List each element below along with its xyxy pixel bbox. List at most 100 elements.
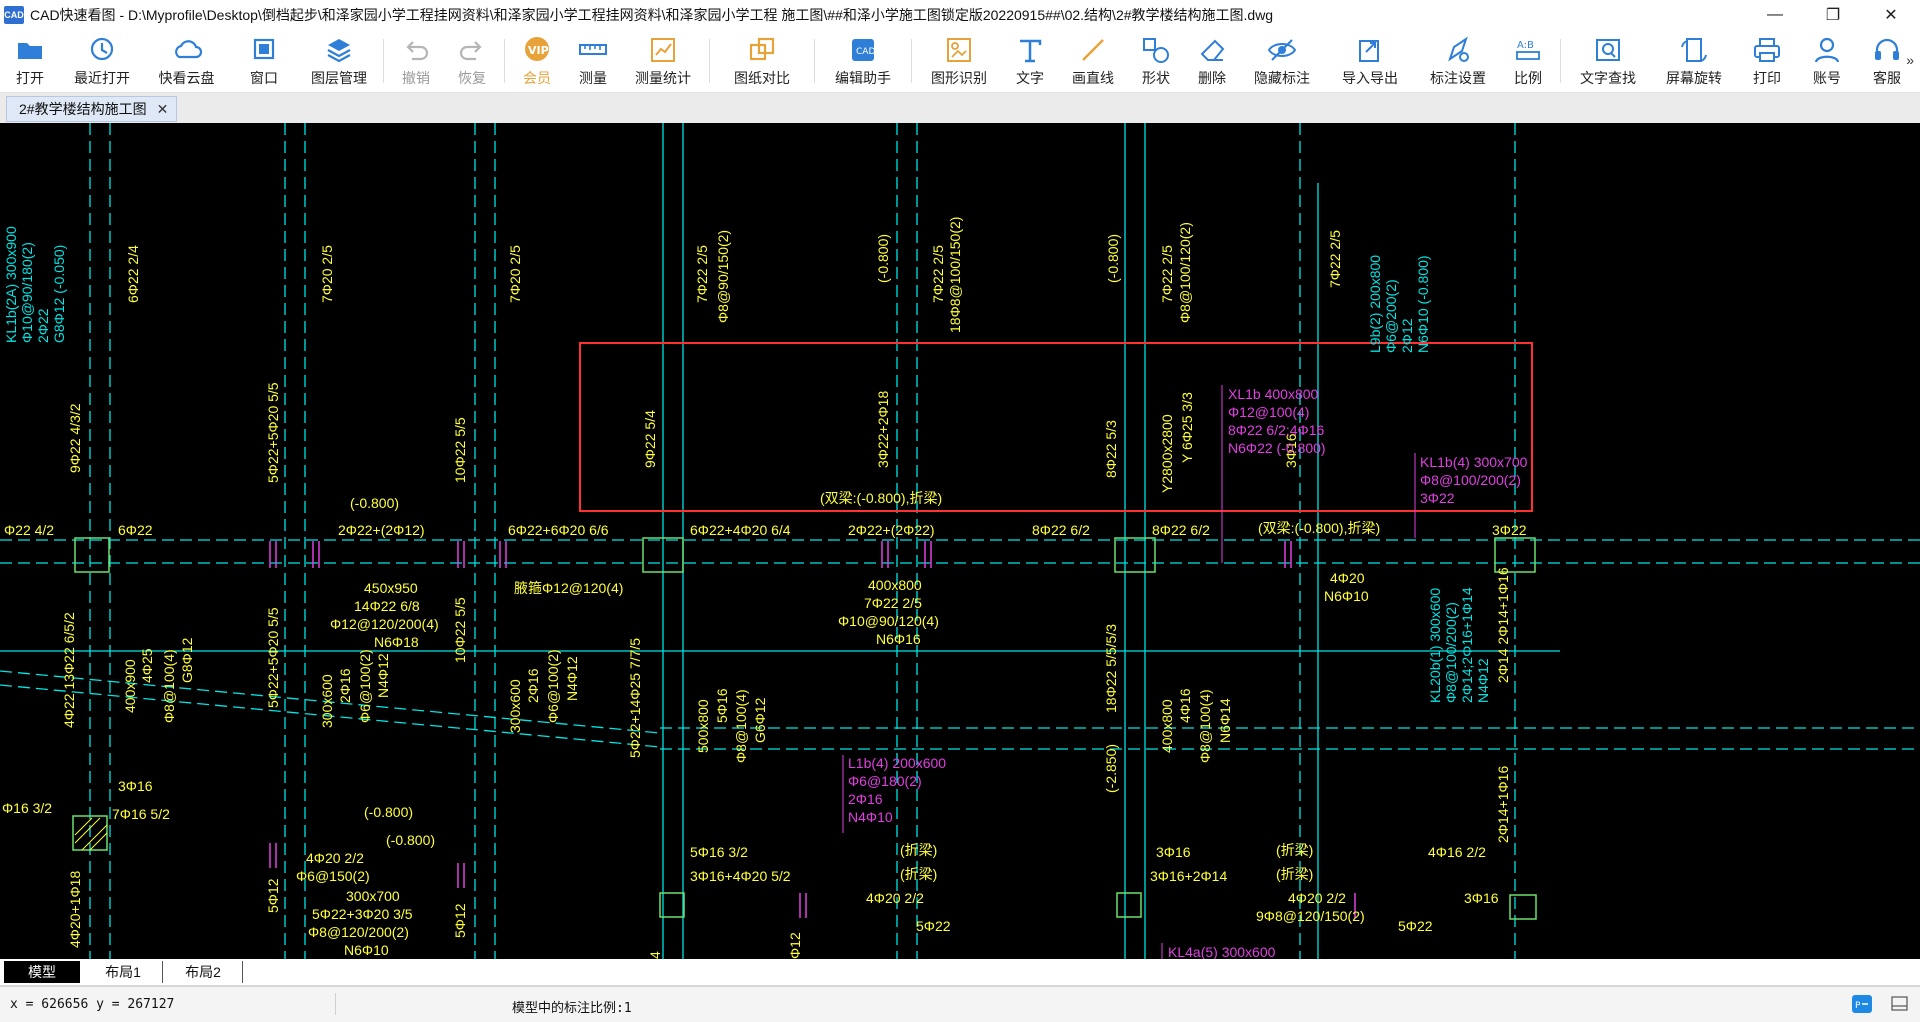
svg-text:(-0.800): (-0.800) [350,495,399,511]
toolbar-import-export-button[interactable]: 导入导出 [1324,30,1416,86]
svg-text:300x600: 300x600 [319,674,335,728]
toolbar-separator [504,39,505,83]
svg-text:(-0.800): (-0.800) [386,832,435,848]
svg-text:18Φ22 5/5/5/3: 18Φ22 5/5/5/3 [1103,624,1119,713]
toolbar-measure-stats-button[interactable]: 测量统计 [621,30,705,86]
toolbar-user-button[interactable]: 账号 [1797,30,1857,86]
svg-text:300x600: 300x600 [507,679,523,733]
svg-text:8Φ22 6/2: 8Φ22 6/2 [1032,522,1090,538]
close-tab-icon[interactable]: ✕ [157,101,169,118]
svg-text:400x800: 400x800 [1159,699,1175,753]
folder-open-icon [14,36,46,64]
svg-text:7Φ16 5/2: 7Φ16 5/2 [112,806,170,822]
toolbar-hide-annotation-button[interactable]: 隐藏标注 [1240,30,1324,86]
svg-text:4Φ20+1Φ18: 4Φ20+1Φ18 [67,871,83,948]
toolbar-vip-button[interactable]: VIP 会员 [509,30,565,86]
toolbar-undo-button[interactable]: 撤销 [388,30,444,86]
panel-toggle-icon[interactable] [1890,995,1910,1013]
toolbar-window-button[interactable]: 窗口 [229,30,299,86]
toolbar-text-search-button[interactable]: 文字查找 [1565,30,1651,86]
svg-text:Φ16 3/2: Φ16 3/2 [2,800,52,816]
shape-recognition-icon [943,36,975,64]
toolbar-edit-assistant-button[interactable]: CAD 编辑助手 [819,30,907,86]
close-button[interactable]: ✕ [1862,0,1920,30]
svg-text:6Φ22+6Φ20 6/6: 6Φ22+6Φ20 6/6 [508,522,609,538]
svg-text:18Φ8@100/150(2): 18Φ8@100/150(2) [947,217,963,333]
toolbar-overflow-icon[interactable]: » [1906,52,1914,68]
toolbar-printer-button[interactable]: 打印 [1737,30,1797,86]
svg-text:Y2800x2800: Y2800x2800 [1159,414,1175,493]
toolbar-shape-recognition-button[interactable]: 图形识别 [916,30,1002,86]
toolbar-folder-open-button[interactable]: 打开 [0,30,60,86]
cloud-icon [171,36,203,64]
svg-text:6Φ22: 6Φ22 [118,522,153,538]
svg-text:9Φ22 4/3/2: 9Φ22 4/3/2 [67,403,83,473]
toolbar-button-label: 形状 [1142,70,1170,86]
toolbar-ruler-button[interactable]: 测量 [565,30,621,86]
maximize-button[interactable]: ❐ [1804,0,1862,30]
text-icon [1014,36,1046,64]
svg-text:6Φ22+4Φ20 6/4: 6Φ22+4Φ20 6/4 [690,522,791,538]
eraser-icon [1196,36,1228,64]
svg-text:Φ6@100(2): Φ6@100(2) [545,649,561,723]
toolbar-button-label: 画直线 [1072,70,1114,86]
drawing-canvas[interactable]: KL1b(2A) 300x900 Φ10@90/180(2) 2Φ22 G8Φ1… [0,123,1920,959]
svg-text:Φ8@90/150(2): Φ8@90/150(2) [715,230,731,323]
svg-text:N6Φ22 (-0.800): N6Φ22 (-0.800) [1228,440,1326,456]
toolbar-eraser-button[interactable]: 删除 [1184,30,1240,86]
toolbar-line-button[interactable]: 画直线 [1058,30,1128,86]
toolbar-annotation-settings-button[interactable]: 标注设置 [1416,30,1500,86]
svg-text:3Φ16: 3Φ16 [1156,844,1191,860]
svg-text:3Φ22: 3Φ22 [1492,522,1527,538]
svg-text:Φ12: Φ12 [787,932,803,959]
toolbar-scale-button[interactable]: A:B 比例 [1500,30,1556,86]
toolbar-separator [383,39,384,83]
svg-text:3Φ16: 3Φ16 [1464,890,1499,906]
line-icon [1077,36,1109,64]
layout-tab-layout1[interactable]: 布局1 [84,961,163,983]
toolbar-redo-button[interactable]: 恢复 [444,30,500,86]
layout-tab-layout2[interactable]: 布局2 [164,961,243,983]
toolbar-button-label: 导入导出 [1342,70,1398,86]
toolbar-text-button[interactable]: 文字 [1002,30,1058,86]
svg-text:5Φ12: 5Φ12 [452,903,468,938]
svg-text:(双梁:(-0.800),折梁): (双梁:(-0.800),折梁) [820,490,942,506]
annotation-scale: 模型中的标注比例:1 [512,1001,632,1016]
svg-text:7Φ22 2/5: 7Φ22 2/5 [694,245,710,303]
svg-text:(-2.850): (-2.850) [1103,744,1119,793]
svg-text:2Φ14 2Φ14+1Φ16: 2Φ14 2Φ14+1Φ16 [1495,567,1511,683]
svg-text:5Φ22+5Φ20 5/5: 5Φ22+5Φ20 5/5 [265,382,281,483]
svg-text:4Φ20 2/2: 4Φ20 2/2 [306,850,364,866]
svg-text:KL4a(5) 300x600: KL4a(5) 300x600 [1168,944,1276,959]
svg-text:(-0.800): (-0.800) [875,234,891,283]
svg-text:6Φ22 2/4: 6Φ22 2/4 [125,245,141,303]
toolbar-compare-button[interactable]: 图纸对比 [714,30,810,86]
window-controls: — ❐ ✕ [1746,0,1920,30]
toolbar-history-button[interactable]: 最近打开 [60,30,144,86]
toolbar-button-label: 测量统计 [635,70,691,86]
svg-text:2Φ16: 2Φ16 [848,791,883,807]
status-bar: x = 626656 y = 267127 模型中的标注比例:1 P [0,986,1920,1022]
snap-mode-icon[interactable]: P [1852,995,1872,1013]
svg-text:5Φ12: 5Φ12 [265,878,281,913]
svg-text:N6Φ16: N6Φ16 [876,631,921,647]
window-title: CAD快速看图 - D:\Myprofile\Desktop\倒档起步\和泽家园… [30,7,1274,23]
history-icon [86,36,118,64]
document-tab[interactable]: 2#教学楼结构施工图 ✕ [6,96,178,122]
svg-text:Φ8@100/120(2): Φ8@100/120(2) [1177,222,1193,323]
printer-icon [1751,36,1783,64]
layout-tab-model[interactable]: 模型 [4,961,80,983]
svg-text:N4Φ12: N4Φ12 [564,656,580,701]
svg-text:(折梁): (折梁) [900,842,937,858]
toolbar-shape-button[interactable]: 形状 [1128,30,1184,86]
svg-text:Φ12@100(4): Φ12@100(4) [1228,404,1309,420]
svg-text:Φ6@100(2): Φ6@100(2) [357,649,373,723]
minimize-button[interactable]: — [1746,0,1804,30]
toolbar-layers-button[interactable]: 图层管理 [299,30,379,86]
selection-rectangle[interactable] [579,342,1533,512]
title-bar: CAD CAD快速看图 - D:\Myprofile\Desktop\倒档起步\… [0,0,1920,30]
toolbar-rotate-screen-button[interactable]: 屏幕旋转 [1651,30,1737,86]
toolbar-cloud-button[interactable]: 快看云盘 [144,30,229,86]
svg-text:7Φ22 2/5: 7Φ22 2/5 [930,245,946,303]
svg-text:500x800: 500x800 [695,699,711,753]
